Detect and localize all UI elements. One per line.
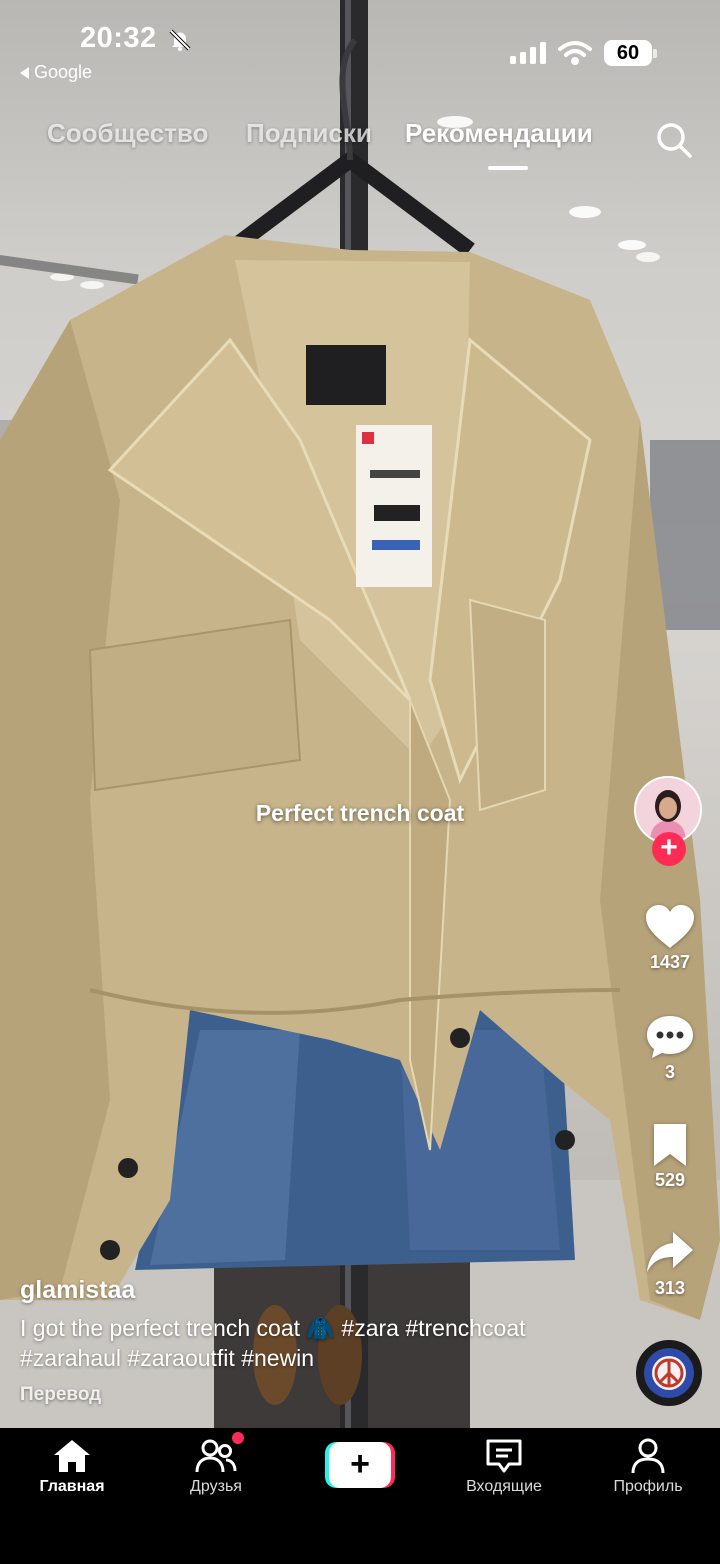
create-button[interactable]: + <box>325 1442 395 1488</box>
share-arrow-icon <box>647 1232 693 1272</box>
nav-friends[interactable]: Друзья <box>156 1438 276 1496</box>
silent-mode-icon <box>168 28 192 57</box>
back-app-label: Google <box>34 62 93 82</box>
search-icon <box>657 123 692 158</box>
nav-profile-label: Профиль <box>613 1478 683 1495</box>
post-description[interactable]: I got the perfect trench coat 🧥 #zara #t… <box>20 1313 580 1373</box>
like-count: 1437 <box>649 952 691 972</box>
battery-indicator: 60 <box>604 40 652 66</box>
nav-inbox[interactable]: Входящие <box>444 1438 564 1496</box>
follow-button[interactable]: + <box>652 832 686 866</box>
inbox-icon <box>486 1439 522 1473</box>
nav-profile[interactable]: Профиль <box>588 1438 708 1496</box>
back-arrow-icon <box>20 66 29 79</box>
nav-inbox-label: Входящие <box>466 1478 542 1495</box>
cellular-signal-icon <box>510 42 546 69</box>
save-button[interactable]: 529 <box>634 1122 706 1191</box>
wifi-icon <box>558 40 592 71</box>
bookmark-icon <box>654 1124 686 1166</box>
plus-icon: + <box>329 1442 391 1488</box>
comment-icon <box>647 1016 693 1058</box>
creator-avatar-button[interactable]: + <box>634 776 706 866</box>
tab-following[interactable]: Подписки <box>246 118 372 149</box>
feed-tabs: Сообщество Подписки Рекомендации <box>0 118 720 158</box>
save-count: 529 <box>654 1170 686 1190</box>
nav-home-label: Главная <box>39 1478 105 1495</box>
active-tab-indicator <box>488 166 528 170</box>
status-time: 20:32 <box>80 22 157 54</box>
back-to-app-link[interactable]: Google <box>20 62 92 83</box>
profile-icon <box>631 1438 665 1474</box>
friends-icon <box>195 1439 237 1473</box>
bottom-navigation: Главная Друзья + Входящие Профиль <box>0 1428 720 1564</box>
translate-link[interactable]: Перевод <box>20 1384 101 1406</box>
nav-home[interactable]: Главная <box>12 1438 132 1496</box>
like-button[interactable]: 1437 <box>634 904 706 973</box>
tab-for-you[interactable]: Рекомендации <box>405 118 593 149</box>
tiktok-screen: 20:32 Google 60 Сообщество Подписки Реко… <box>0 0 720 1564</box>
video-player[interactable] <box>0 0 720 1428</box>
tab-community[interactable]: Сообщество <box>47 118 208 149</box>
nav-friends-label: Друзья <box>190 1478 242 1495</box>
friends-notification-dot <box>232 1432 244 1444</box>
sound-cover-icon <box>644 1348 694 1398</box>
share-button[interactable]: 313 <box>634 1230 706 1299</box>
battery-tip <box>653 49 657 58</box>
share-count: 313 <box>654 1278 686 1298</box>
home-icon <box>54 1440 90 1472</box>
video-text-overlay: Perfect trench coat <box>255 800 465 826</box>
sound-disc-button[interactable] <box>636 1340 702 1406</box>
heart-icon <box>646 905 694 948</box>
search-button[interactable] <box>654 120 694 160</box>
comment-count: 3 <box>664 1062 675 1082</box>
author-username[interactable]: glamistaa <box>20 1276 135 1305</box>
video-frame-illustration <box>0 0 720 1428</box>
comment-button[interactable]: 3 <box>634 1014 706 1083</box>
